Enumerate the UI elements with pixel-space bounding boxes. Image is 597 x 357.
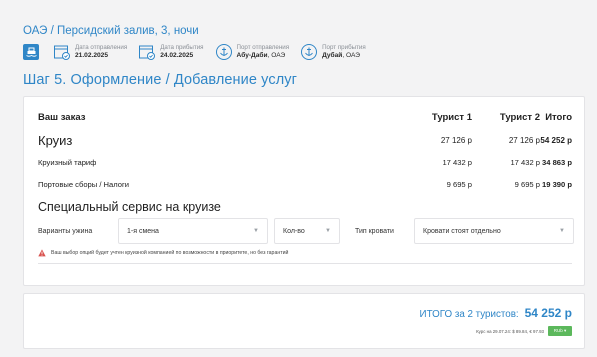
- table-row: Круиз 27 126 р 27 126 р 54 252 р: [38, 129, 572, 151]
- options-warning: Ваш выбор опций будет учтен круизной ком…: [38, 249, 288, 257]
- table-header: Ваш заказ Турист 1 Турист 2 Итого: [38, 109, 572, 125]
- departure-date-label: Дата отправления: [75, 44, 128, 51]
- cruise-info-row: Дата отправления 21.02.2025 Дата прибыти…: [23, 42, 583, 62]
- arrival-port-label: Порт прибытия: [322, 44, 366, 51]
- departure-port-country: , ОАЭ: [267, 52, 286, 59]
- dinner-label: Варианты ужина: [38, 227, 93, 235]
- calendar-icon: [139, 45, 156, 60]
- dinner-select[interactable]: 1-я смена ▼: [118, 218, 268, 244]
- departure-port-label: Порт отправления: [236, 44, 290, 51]
- tourist1-price: 27 126 р: [440, 135, 472, 145]
- quantity-select-value: Кол-во: [283, 227, 305, 235]
- special-service-title: Специальный сервис на круизе: [38, 200, 221, 214]
- row-total: 19 390 р: [542, 179, 572, 189]
- quantity-select[interactable]: Кол-во ▼: [274, 218, 340, 244]
- arrival-port: Порт прибытия Дубай, ОАЭ: [300, 43, 366, 61]
- departure-port-city: Абу-Даби: [236, 52, 268, 59]
- tourist1-price: 9 695 р: [446, 179, 472, 189]
- arrival-date-label: Дата прибытия: [160, 44, 204, 51]
- grand-total: ИТОГО за 2 туристов: 54 252 р: [420, 306, 572, 320]
- arrival-port-city: Дубай: [322, 52, 343, 59]
- table-row: Круизный тариф 17 432 р 17 432 р 34 863 …: [38, 151, 572, 173]
- table-row: Портовые сборы / Налоги 9 695 р 9 695 р …: [38, 173, 572, 195]
- tourist1-price: 17 432 р: [442, 157, 472, 167]
- departure-date-value: 21.02.2025: [75, 52, 109, 59]
- step-title: Шаг 5. Оформление / Добавление услуг: [23, 72, 297, 88]
- total-card: ИТОГО за 2 туристов: 54 252 р Курс на 29…: [23, 293, 585, 349]
- arrival-date-value: 24.02.2025: [160, 52, 194, 59]
- departure-port: Порт отправления Абу-Даби, ОАЭ: [215, 43, 290, 61]
- divider: [38, 263, 572, 264]
- chevron-down-icon: ▼: [559, 228, 565, 234]
- departure-date: Дата отправления 21.02.2025: [53, 43, 127, 61]
- cruise-header: ОАЭ / Персидский залив, 3, ночи Дата отп…: [23, 24, 583, 62]
- grand-total-label: ИТОГО за 2 туристов:: [419, 309, 519, 320]
- bed-type-select-value: Кровати стоят отдельно: [423, 227, 501, 235]
- warning-text: Ваш выбор опций будет учтен круизной ком…: [51, 250, 289, 256]
- calendar-icon: [54, 45, 70, 60]
- arrival-date: Дата прибытия 24.02.2025: [138, 43, 204, 61]
- dinner-select-value: 1-я смена: [127, 227, 159, 235]
- grand-total-value: 54 252 р: [524, 306, 572, 320]
- column-header: Итого: [545, 111, 572, 123]
- ship-icon: [23, 44, 39, 60]
- arrival-port-country: , ОАЭ: [342, 52, 360, 59]
- anchor-icon: [301, 44, 318, 60]
- chevron-down-icon: ▼: [253, 228, 259, 234]
- row-total: 34 863 р: [542, 157, 572, 167]
- special-service-controls: Варианты ужина 1-я смена ▼ Кол-во ▼ Тип …: [38, 218, 574, 244]
- bed-type-select[interactable]: Кровати стоят отдельно ▼: [414, 218, 574, 244]
- bed-type-label: Тип кровати: [355, 227, 394, 235]
- currency-select-button[interactable]: RUb ▾: [548, 326, 572, 336]
- row-total: 54 252 р: [540, 135, 572, 145]
- route-title: ОАЭ / Персидский залив, 3, ночи: [23, 25, 199, 37]
- chevron-down-icon: ▼: [325, 228, 331, 234]
- exchange-rate-text: Курс на 29.07.24: $ 89.84, € 97.93: [476, 328, 544, 334]
- exchange-rate-line: Курс на 29.07.24: $ 89.84, € 97.93 RUb ▾: [476, 326, 572, 336]
- order-card: Ваш заказ Турист 1 Турист 2 Итого Круиз …: [23, 96, 585, 286]
- anchor-icon: [215, 44, 232, 60]
- column-header: Турист 1: [431, 111, 472, 123]
- warning-icon: [38, 249, 46, 257]
- order-table: Ваш заказ Турист 1 Турист 2 Итого Круиз …: [38, 109, 572, 195]
